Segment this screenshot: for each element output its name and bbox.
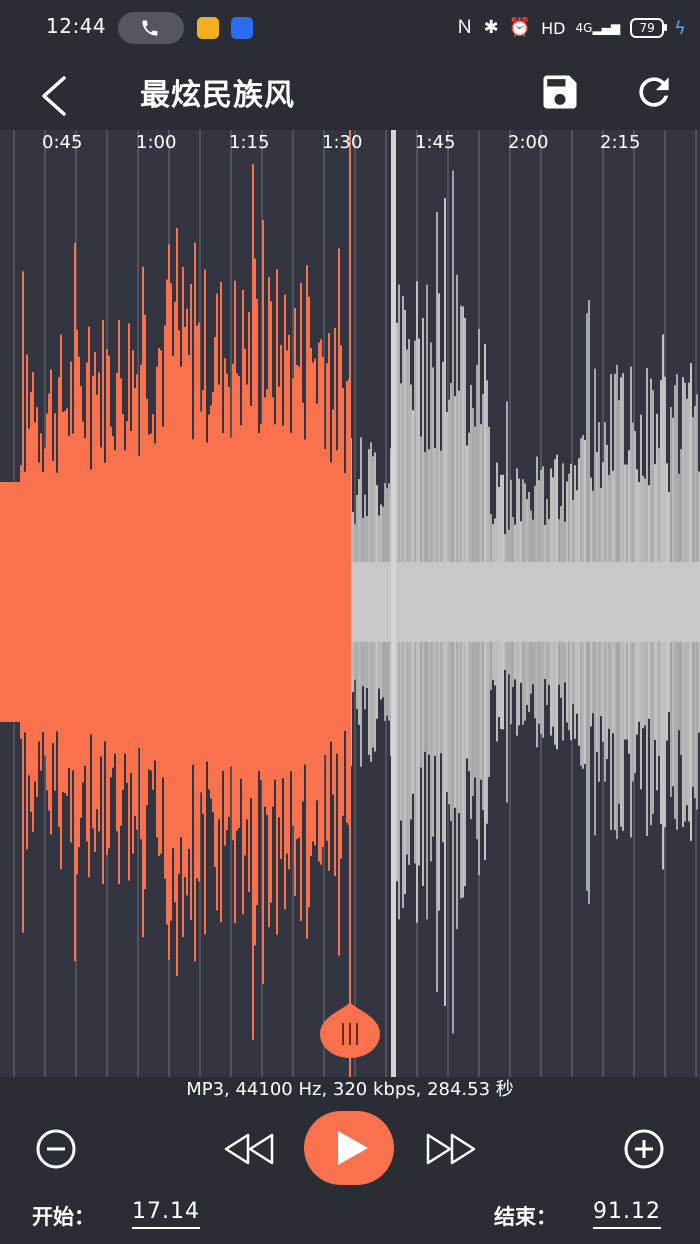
timeline-label: 1:15	[229, 132, 270, 153]
android-notification-icon	[231, 17, 253, 39]
refresh-icon	[639, 77, 669, 107]
hd-label: HD	[541, 18, 566, 38]
end-time-field[interactable]: 91.12	[593, 1199, 661, 1229]
signal-icon: 4G▂▄▆	[575, 21, 621, 35]
rewind-icon	[224, 1133, 274, 1165]
range-row: 开始： 17.14 结束： 91.12	[0, 1193, 700, 1244]
timeline-label: 1:45	[415, 132, 456, 153]
unselected-region	[350, 562, 700, 642]
phone-icon	[142, 20, 158, 36]
file-info: MP3, 44100 Hz, 320 kbps, 284.53 秒	[186, 1079, 514, 1100]
save-button[interactable]	[538, 70, 582, 114]
timeline-label: 2:00	[508, 132, 549, 153]
playhead-line	[391, 130, 396, 1077]
timeline-label: 0:45	[42, 132, 83, 153]
fast-forward-icon	[426, 1133, 476, 1165]
timeline-label: 2:15	[600, 132, 641, 153]
chevron-left-icon	[42, 76, 66, 116]
bluetooth-icon: ✱	[483, 17, 499, 38]
playback-controls	[0, 1103, 700, 1193]
reload-button[interactable]	[632, 70, 676, 114]
app-bar: 最炫民族风	[0, 58, 700, 130]
play-icon	[338, 1131, 368, 1165]
network-type: 4G	[575, 21, 593, 35]
mail-notification-icon	[197, 17, 219, 39]
plus-circle-icon	[624, 1129, 664, 1169]
nfc-icon: Ｎ	[455, 17, 474, 38]
zoom-in-button[interactable]	[622, 1127, 666, 1171]
status-time: 12:44	[46, 14, 107, 38]
waveform-editor[interactable]: 0:45 1:00 1:15 1:30 1:45 2:00 2:15	[0, 130, 700, 1077]
timeline-label: 1:30	[322, 132, 363, 153]
timeline-label: 1:00	[136, 132, 177, 153]
alarm-icon: ⏰	[508, 17, 532, 38]
save-icon	[543, 75, 577, 109]
ongoing-call-pill[interactable]	[118, 12, 184, 44]
page-title: 最炫民族风	[140, 78, 295, 113]
fast-forward-button[interactable]	[424, 1127, 478, 1171]
play-button[interactable]	[304, 1111, 394, 1185]
start-label: 开始：	[32, 1205, 95, 1229]
battery-icon: 79	[630, 18, 668, 38]
selection-end-handle[interactable]	[320, 1002, 380, 1058]
selection-end-line	[349, 130, 351, 1077]
zoom-out-button[interactable]	[34, 1127, 78, 1171]
status-bar: 12:44 Ｎ ✱ ⏰ HD 4G▂▄▆ 79 ϟ	[0, 0, 700, 58]
end-label: 结束：	[494, 1205, 557, 1229]
start-time-field[interactable]: 17.14	[132, 1199, 200, 1229]
minus-circle-icon	[36, 1129, 76, 1169]
status-indicators: Ｎ ✱ ⏰ HD 4G▂▄▆ 79 ϟ	[456, 14, 686, 42]
battery-level: 79	[639, 21, 655, 35]
waveform-canvas[interactable]	[0, 130, 700, 1077]
rewind-button[interactable]	[222, 1127, 276, 1171]
selected-region	[0, 482, 350, 722]
back-button[interactable]	[30, 66, 80, 122]
charging-icon: ϟ	[674, 17, 686, 39]
